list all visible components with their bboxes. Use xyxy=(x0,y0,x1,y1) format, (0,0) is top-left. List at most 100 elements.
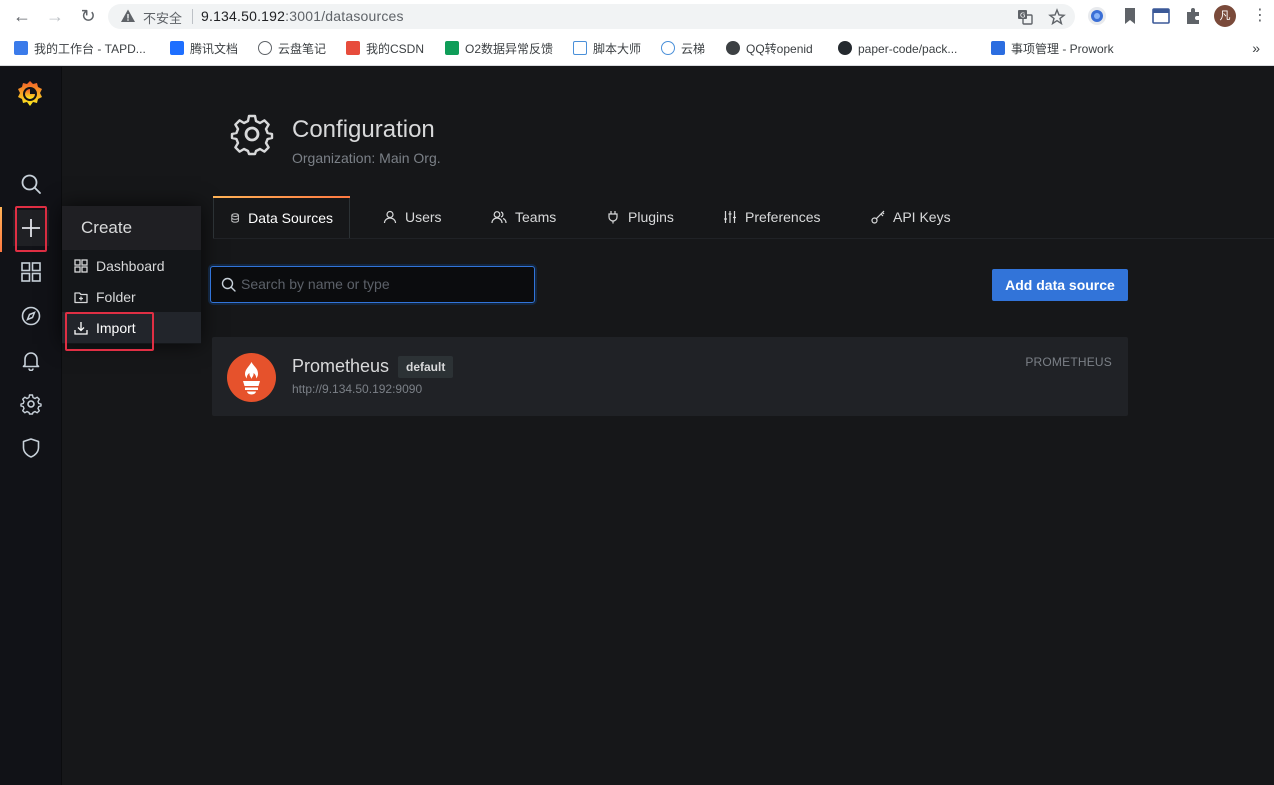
tab-teams[interactable]: Teams xyxy=(475,196,572,238)
bookmark-cloud-notes[interactable]: 云盘笔记 xyxy=(258,41,326,57)
sidemenu-configuration[interactable] xyxy=(13,386,49,422)
active-tab-indicator xyxy=(213,196,350,198)
bookmark-label: 事项管理 - Prowork xyxy=(1011,42,1114,56)
bookmark-label: 腾讯文档 xyxy=(190,42,239,56)
folder-plus-icon xyxy=(74,291,88,303)
tab-data-sources[interactable]: Data Sources xyxy=(213,196,350,238)
bookmarks-bar: 我的工作台 - TAPD... 腾讯文档 云盘笔记 我的CSDN O2数据异常反… xyxy=(0,33,1274,66)
bookmark-csdn[interactable]: 我的CSDN xyxy=(346,41,424,57)
sheets-icon xyxy=(445,41,459,55)
tapd-icon xyxy=(14,41,28,55)
sidemenu-dashboards[interactable] xyxy=(13,254,49,290)
insecure-label: 不安全 xyxy=(143,11,183,26)
users-icon xyxy=(491,211,507,224)
key-icon xyxy=(871,210,885,224)
bell-icon xyxy=(22,352,40,371)
translate-icon[interactable]: G xyxy=(1016,8,1034,26)
forward-button[interactable]: → xyxy=(44,5,66,27)
default-badge: default xyxy=(398,356,454,378)
browser-menu-icon[interactable]: ⋮ xyxy=(1252,5,1268,27)
cloud-icon xyxy=(661,41,675,55)
page-title: Configuration xyxy=(292,116,435,143)
bookmark-github[interactable]: paper-code/pack... xyxy=(838,41,957,57)
tab-label: Data Sources xyxy=(248,210,333,226)
sidemenu-server-admin[interactable] xyxy=(13,430,49,466)
apps-icon xyxy=(74,258,88,273)
sidemenu-active-accent xyxy=(0,207,2,252)
window-extension-icon[interactable] xyxy=(1151,6,1171,26)
bookmark-tapd[interactable]: 我的工作台 - TAPD... xyxy=(14,41,146,57)
apps-icon xyxy=(21,262,41,282)
globe-icon xyxy=(726,41,740,55)
bookmark-label: 云盘笔记 xyxy=(278,42,327,56)
user-icon xyxy=(383,210,397,224)
bookmark-yunti[interactable]: 云梯 xyxy=(661,41,705,57)
bookmarks-overflow-button[interactable]: » xyxy=(1252,40,1260,56)
bookmark-qq-openid[interactable]: QQ转openid xyxy=(726,41,813,57)
back-button[interactable]: ← xyxy=(11,5,33,27)
tab-label: Teams xyxy=(515,209,557,225)
tab-preferences[interactable]: Preferences xyxy=(707,196,836,238)
datasource-name[interactable]: Prometheus xyxy=(292,356,389,377)
sidemenu-alerting[interactable] xyxy=(13,342,49,378)
cog-icon xyxy=(20,394,42,415)
page-content xyxy=(62,238,1274,785)
bookmark-o2-feedback[interactable]: O2数据异常反馈 xyxy=(445,41,553,57)
bookmark-label: 脚本大师 xyxy=(593,42,642,56)
bookmark-extension-icon[interactable] xyxy=(1120,6,1140,26)
url-path: :3001/datasources xyxy=(285,8,404,24)
extension-globe-icon[interactable] xyxy=(1087,6,1107,26)
grafana-app: Create Dashboard Folder Import Configura… xyxy=(0,67,1274,785)
bookmark-label: QQ转openid xyxy=(746,42,813,56)
sidemenu-search[interactable] xyxy=(13,166,49,202)
bookmark-script-master[interactable]: 脚本大师 xyxy=(573,41,641,57)
plug-icon xyxy=(608,211,618,224)
search-input[interactable] xyxy=(241,276,521,292)
reload-button[interactable]: ↻ xyxy=(77,5,99,27)
search-icon xyxy=(21,174,41,194)
datasource-type: PROMETHEUS xyxy=(1025,355,1112,369)
tab-plugins[interactable]: Plugins xyxy=(590,196,690,238)
tabs-divider xyxy=(213,238,1274,239)
sidemenu-explore[interactable] xyxy=(13,298,49,334)
warning-icon xyxy=(121,9,135,22)
tab-label: API Keys xyxy=(893,209,951,225)
doc-icon xyxy=(573,41,587,55)
address-bar[interactable]: 不安全 9.134.50.192:3001/datasources G xyxy=(108,4,1075,29)
create-menu-item-label: Folder xyxy=(96,288,136,305)
side-menu xyxy=(0,67,62,785)
svg-text:G: G xyxy=(1020,12,1025,20)
bookmark-prowork[interactable]: 事项管理 - Prowork xyxy=(991,41,1114,57)
bookmark-label: 云梯 xyxy=(681,42,706,56)
browser-toolbar: ← → ↻ 不安全 9.134.50.192:3001/datasources … xyxy=(0,0,1274,33)
url-text[interactable]: 9.134.50.192:3001/datasources xyxy=(201,8,404,24)
shield-icon xyxy=(22,438,40,458)
omnibox-divider xyxy=(192,9,193,24)
highlight-box-import xyxy=(65,312,154,351)
datasource-card[interactable]: Prometheus default http://9.134.50.192:9… xyxy=(212,337,1128,416)
tab-label: Preferences xyxy=(745,209,821,225)
compass-icon xyxy=(21,306,41,326)
list-icon xyxy=(991,41,1005,55)
create-menu-header[interactable]: Create xyxy=(62,206,201,250)
url-host: 9.134.50.192 xyxy=(201,8,286,24)
highlight-box-create xyxy=(15,206,47,252)
grafana-logo-icon[interactable] xyxy=(14,78,46,110)
tab-label: Plugins xyxy=(628,209,674,225)
tab-api-keys[interactable]: API Keys xyxy=(855,196,967,238)
create-menu-item-folder[interactable]: Folder xyxy=(62,281,201,312)
search-icon xyxy=(221,277,236,292)
cloud-icon xyxy=(258,41,272,55)
datasource-search[interactable] xyxy=(210,266,535,303)
bookmark-star-icon[interactable] xyxy=(1048,8,1066,26)
bookmark-tencent-docs[interactable]: 腾讯文档 xyxy=(170,41,238,57)
create-menu-item-dashboard[interactable]: Dashboard xyxy=(62,250,201,281)
add-data-source-button[interactable]: Add data source xyxy=(992,269,1128,301)
extensions-puzzle-icon[interactable] xyxy=(1183,6,1203,26)
cog-icon xyxy=(230,114,274,156)
bookmark-label: 我的CSDN xyxy=(366,42,425,56)
profile-avatar[interactable]: 凡 xyxy=(1214,5,1236,27)
tab-label: Users xyxy=(405,209,442,225)
tab-users[interactable]: Users xyxy=(367,196,458,238)
bookmark-label: O2数据异常反馈 xyxy=(465,42,554,56)
